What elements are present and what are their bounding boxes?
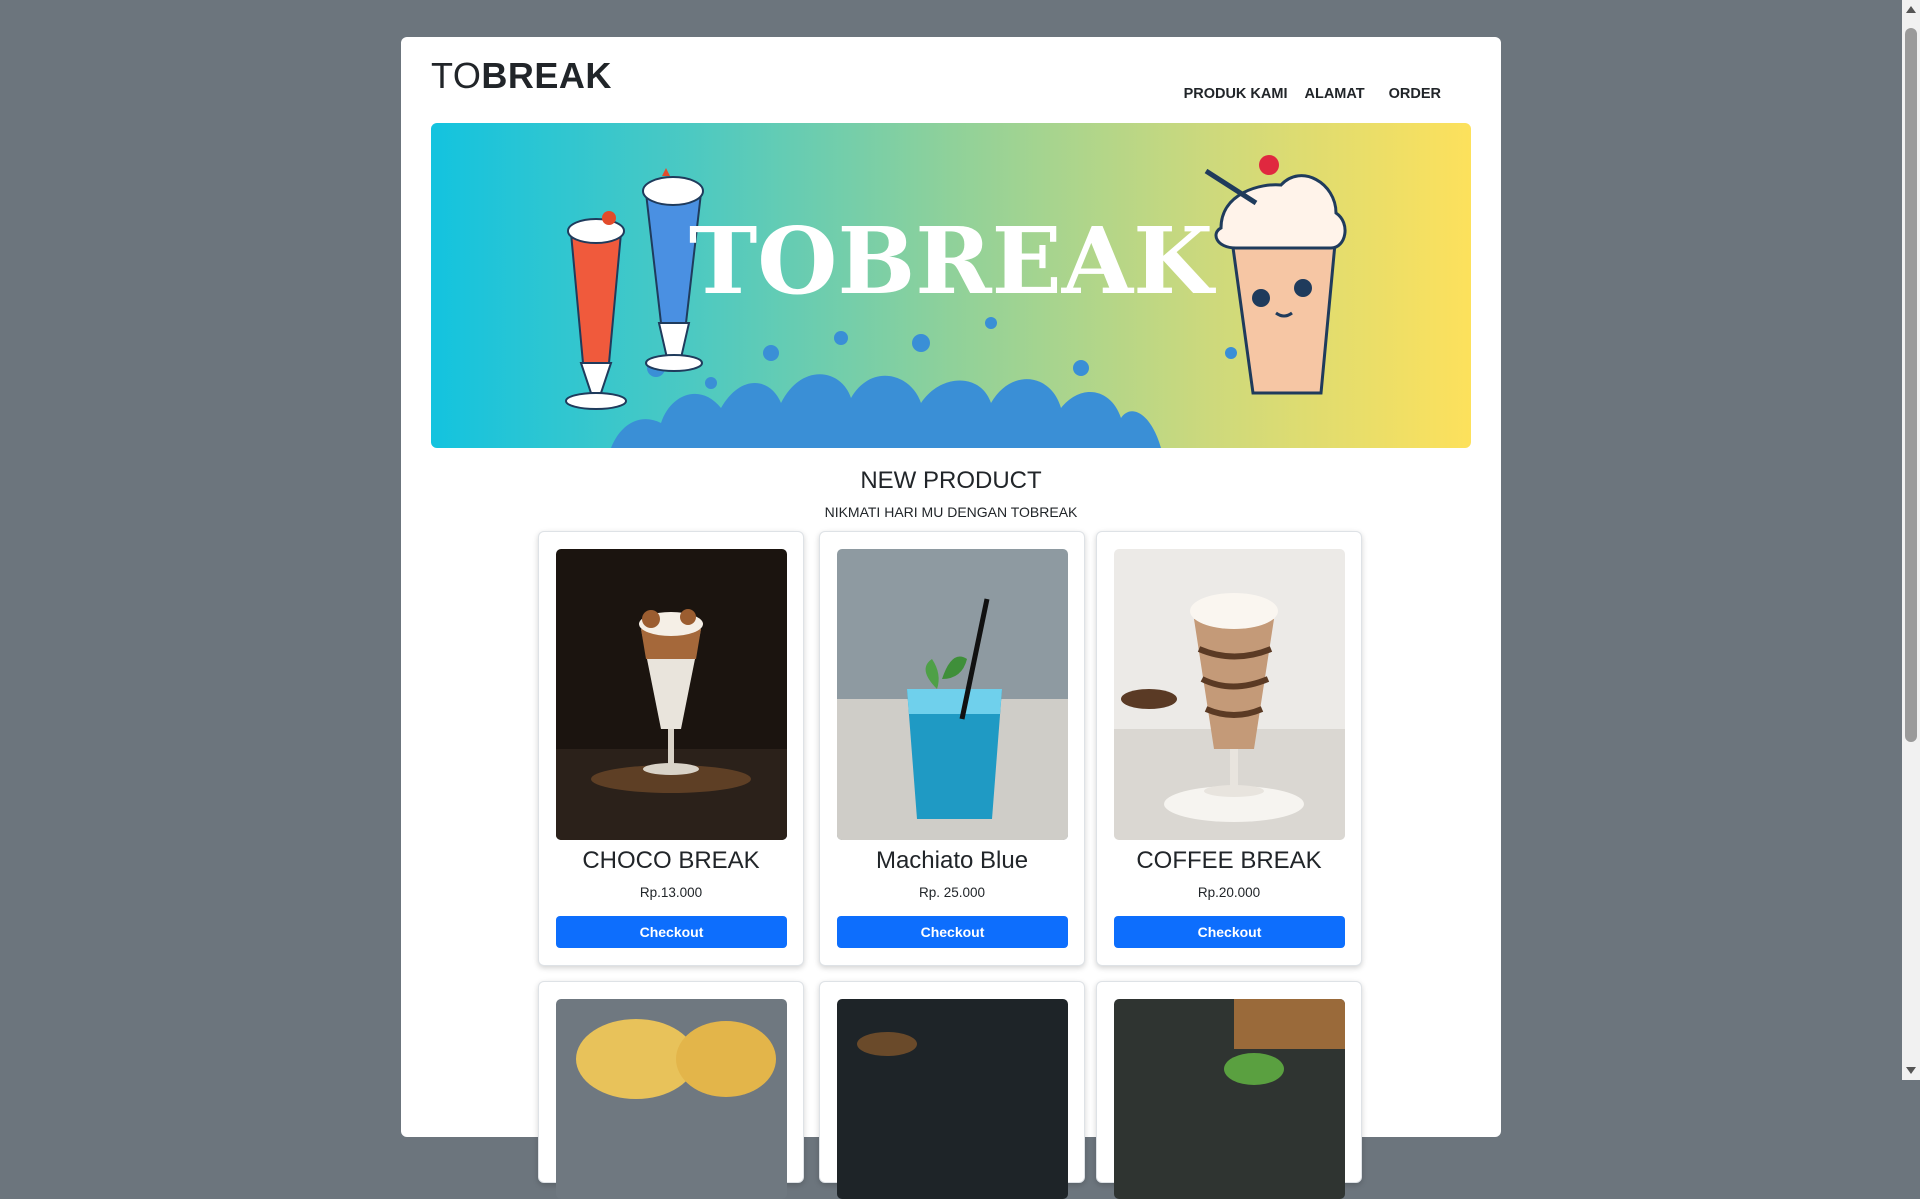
product-price: Rp.13.000 [639,885,703,900]
hero-banner: TOBREAK [431,123,1471,448]
product-card: COFFEE BREAK Rp.20.000 Checkout [1096,531,1362,966]
page-container: TOBREAK PRODUK KAMI ALAMAT ORDER TOBREAK… [401,37,1501,1199]
product-card [1096,981,1362,1199]
product-name: Machiato Blue [875,847,1029,874]
product-image-greens [1114,999,1345,1199]
product-image-choco [556,549,787,840]
brand-logo[interactable]: TOBREAK [431,55,612,97]
nav-produk-kami[interactable]: PRODUK KAMI [1184,86,1288,102]
product-name: CHOCO BREAK [582,847,760,874]
checkout-button[interactable]: Checkout [556,916,787,948]
product-image-toast [556,999,787,1199]
nav-order[interactable]: ORDER [1389,86,1441,102]
hero-illustration: TOBREAK [565,155,1347,448]
product-image-machiato [837,549,1068,840]
brand-bold: BREAK [481,55,612,96]
scroll-down-arrow-icon[interactable] [1906,1067,1916,1074]
nav-alamat[interactable]: ALAMAT [1304,86,1364,102]
product-card [538,981,804,1199]
scrollbar[interactable] [1902,0,1920,1080]
navbar: TOBREAK PRODUK KAMI ALAMAT ORDER [431,55,1471,105]
product-image-coffee [1114,549,1345,840]
product-card [819,981,1085,1199]
checkout-button[interactable]: Checkout [837,916,1068,948]
checkout-button[interactable]: Checkout [1114,916,1345,948]
product-name: COFFEE BREAK [1136,847,1322,874]
scroll-thumb[interactable] [1905,28,1917,742]
hero-title: TOBREAK [689,207,1216,315]
brand-light: TO [431,55,482,96]
product-image-dark [837,999,1068,1199]
section-title: NEW PRODUCT [860,467,1042,494]
product-price: Rp.20.000 [1197,885,1261,900]
product-card: CHOCO BREAK Rp.13.000 Checkout [538,531,804,966]
product-card: Machiato Blue Rp. 25.000 Checkout [819,531,1085,966]
nav-links: PRODUK KAMI ALAMAT ORDER [1167,86,1441,102]
section-subtitle: NIKMATI HARI MU DENGAN TOBREAK [824,504,1078,520]
scroll-up-arrow-icon[interactable] [1906,6,1916,13]
product-price: Rp. 25.000 [918,885,986,900]
